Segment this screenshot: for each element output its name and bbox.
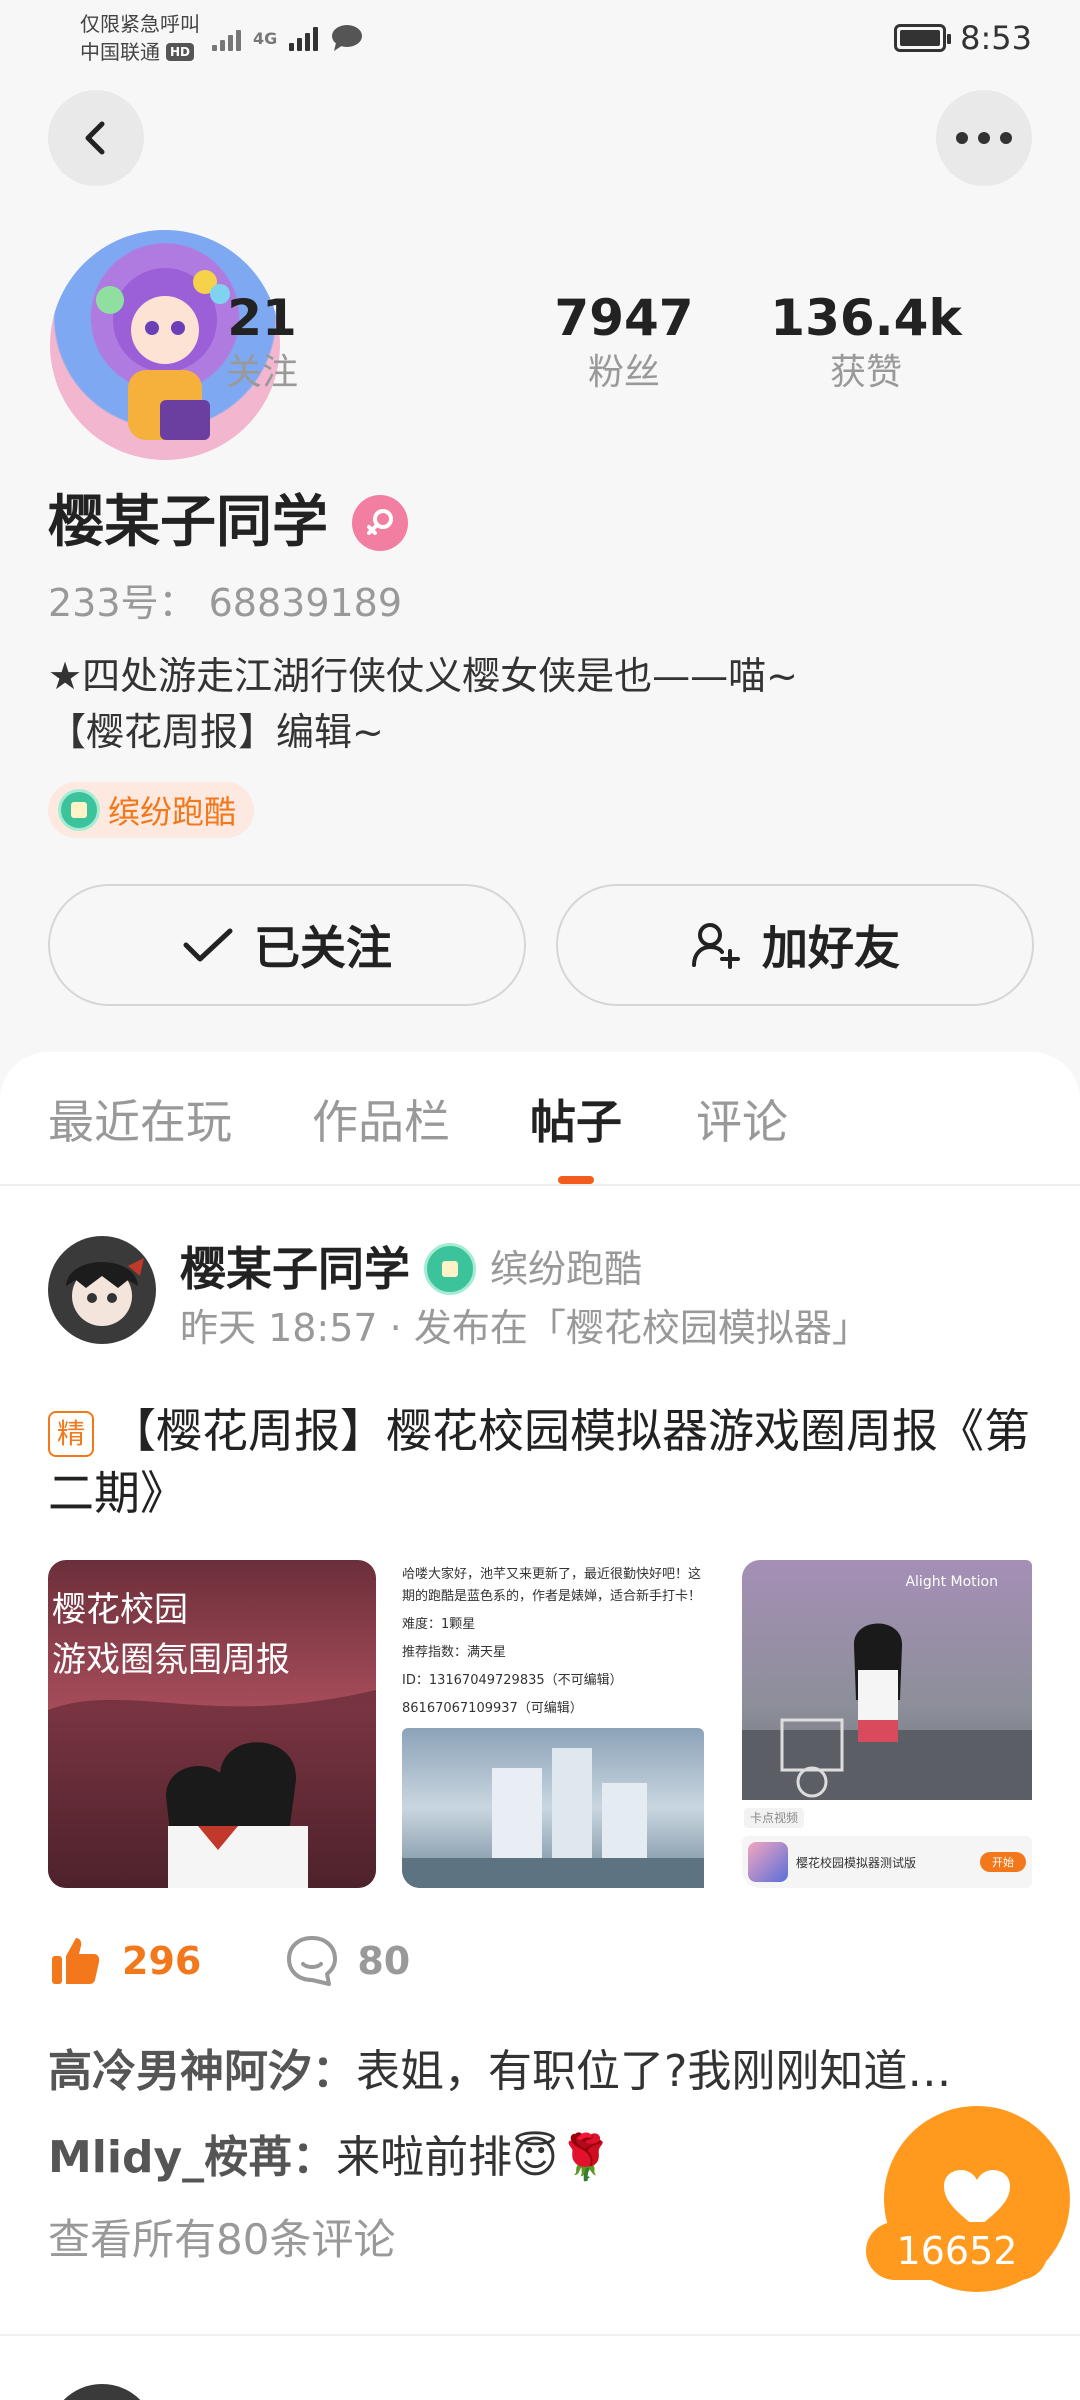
status-bar: 仅限紧急呼叫 中国联通 HD 4G 8:53 (0, 0, 1080, 76)
add-friend-button[interactable]: 加好友 (556, 884, 1034, 1006)
medal-icon (58, 789, 100, 831)
tab-posts[interactable]: 帖子 (530, 1092, 622, 1152)
stat-likes[interactable]: 136.4k 获赞 (746, 288, 986, 398)
post-image-3[interactable]: Alight Motion 卡点视频 樱花校园模拟器测试版 开始 (742, 1560, 1070, 1888)
add-friend-button-label: 加好友 (762, 921, 900, 975)
following-button[interactable]: 已关注 (48, 884, 526, 1006)
post-author-row: 樱某子同学 缤纷跑酷 (180, 1238, 642, 1300)
stat-following-label: 关注 (225, 352, 298, 393)
image-1-line-1: 樱花校园 (52, 1590, 188, 1630)
image-3-video-frame: Alight Motion (742, 1560, 1032, 1800)
game-icon (748, 1842, 788, 1882)
image-2-line-6: 86167067109937（可编辑） (402, 1701, 583, 1716)
next-post-author-placeholder (180, 2376, 420, 2400)
post-author-avatar[interactable] (48, 1236, 156, 1344)
status-time: 8:53 (960, 19, 1032, 57)
post-actions: 296 80 (48, 1934, 410, 1988)
image-2-game-screenshot (402, 1728, 704, 1888)
stat-fans-label: 粉丝 (587, 352, 660, 393)
thumbs-up-icon (52, 1938, 100, 1984)
comment-preview-1[interactable]: 高冷男神阿汐：表姐，有职位了?我刚刚知道… (48, 2040, 951, 2104)
profile-name: 樱某子同学 (48, 490, 328, 555)
comment-icon (287, 1936, 338, 1986)
post-title[interactable]: 精【樱花周报】樱花校园模拟器游戏圈周报《第二期》 (48, 1400, 1038, 1524)
medal-tag[interactable]: 缤纷跑酷 (48, 782, 255, 838)
stat-fans[interactable]: 7947 粉丝 (504, 288, 744, 398)
image-2-line-1: 哈喽大家好，池芊又来更新了，最近很勤快好吧！这 (402, 1567, 702, 1582)
view-all-comments-link[interactable]: 查看所有80条评论 (48, 2210, 395, 2270)
battery-icon (894, 24, 952, 52)
post-image-1[interactable]: 樱花校园 游戏圈氛围周报 (48, 1560, 376, 1888)
profile-uid: 233号： 68839189 (48, 581, 403, 625)
heart-icon (944, 2170, 1010, 2228)
stat-fans-value: 7947 (554, 289, 694, 347)
image-1-line-2: 游戏圈氛围周报 (52, 1640, 290, 1680)
comment-1-user: 高冷男神阿汐： (48, 2046, 356, 2097)
image-3-game-bar: 樱花校园模拟器测试版 开始 (742, 1836, 1032, 1888)
carrier-name: 中国联通 (80, 40, 160, 64)
floating-heart-count: 16652 (866, 2222, 1048, 2280)
comment-1-text: 表姐，有职位了?我刚刚知道… (356, 2046, 952, 2097)
profile-name-row: 樱某子同学 (48, 488, 408, 558)
bio-line-2: 【樱花周报】编辑~ (48, 710, 384, 754)
post-meta[interactable]: 昨天 18:57 · 发布在「樱花校园模拟器」 (180, 1300, 870, 1356)
carrier-info: 仅限紧急呼叫 中国联通 HD (80, 10, 200, 66)
image-2-line-2: 期的跑酷是蓝色系的，作者是婊婵，适合新手打卡！ (402, 1589, 702, 1604)
like-count: 296 (122, 1939, 202, 1983)
message-icon (332, 25, 363, 51)
image-2-line-5: ID：13167049729835（不可编辑） (402, 1673, 623, 1688)
post-title-text: 【樱花周报】樱花校园模拟器游戏圈周报《第二期》 (48, 1404, 1030, 1520)
following-button-label: 已关注 (254, 921, 392, 975)
comment-2-user: Mlidy_桉苒： (48, 2132, 337, 2183)
post-author-name[interactable]: 樱某子同学 (180, 1238, 410, 1300)
signal-icon-2 (289, 25, 319, 51)
more-button[interactable] (936, 90, 1032, 186)
comment-button[interactable]: 80 (285, 1934, 410, 1988)
hd-badge: HD (166, 43, 195, 61)
comment-count: 80 (357, 1939, 411, 1983)
active-tab-indicator (558, 1176, 594, 1184)
image-2-line-4: 推荐指数：满天星 (402, 1645, 507, 1660)
tab-comments[interactable]: 评论 (696, 1092, 788, 1152)
back-button[interactable] (48, 90, 144, 186)
emergency-only-text: 仅限紧急呼叫 (80, 12, 200, 36)
stat-following-value: 21 (227, 289, 297, 347)
female-icon (352, 495, 408, 551)
tab-works[interactable]: 作品栏 (312, 1092, 450, 1152)
image-3-game-button: 开始 (980, 1852, 1026, 1872)
like-button[interactable]: 296 (48, 1934, 201, 1988)
more-dots-icon (956, 132, 1012, 144)
post-divider (0, 2334, 1080, 2336)
stat-likes-value: 136.4k (770, 289, 962, 347)
image-2-line-3: 难度：1颗星 (402, 1617, 476, 1632)
comment-2-text: 来啦前排😇🌹 (336, 2132, 613, 2183)
check-icon (183, 928, 233, 962)
bio-line-1: ★四处游走江湖行侠仗义樱女侠是也——喵~ (48, 654, 798, 698)
add-user-icon (692, 923, 740, 969)
signal-icon (212, 25, 241, 51)
stat-likes-label: 获赞 (829, 352, 902, 393)
tab-recently-played[interactable]: 最近在玩 (48, 1092, 232, 1152)
network-type: 4G (253, 28, 278, 48)
medal-tag-label: 缤纷跑酷 (108, 793, 237, 831)
medal-icon (424, 1243, 476, 1295)
post-author-medal: 缤纷跑酷 (490, 1247, 643, 1291)
profile-bio: ★四处游走江湖行侠仗义樱女侠是也——喵~ 【樱花周报】编辑~ (48, 648, 1028, 760)
image-3-watermark: Alight Motion (905, 1574, 998, 1590)
chevron-left-icon (85, 121, 105, 155)
featured-badge: 精 (48, 1411, 94, 1457)
image-3-chip: 卡点视频 (744, 1808, 805, 1828)
stat-following[interactable]: 21 关注 (142, 288, 382, 398)
post-image-2[interactable]: 哈喽大家好，池芊又来更新了，最近很勤快好吧！这 期的跑酷是蓝色系的，作者是婊婵，… (402, 1560, 730, 1888)
comment-preview-2[interactable]: Mlidy_桉苒：来啦前排😇🌹 (48, 2126, 613, 2190)
profile-tabs: 最近在玩 作品栏 帖子 评论 (0, 1052, 1080, 1186)
image-3-game-name: 樱花校园模拟器测试版 (796, 1855, 917, 1870)
